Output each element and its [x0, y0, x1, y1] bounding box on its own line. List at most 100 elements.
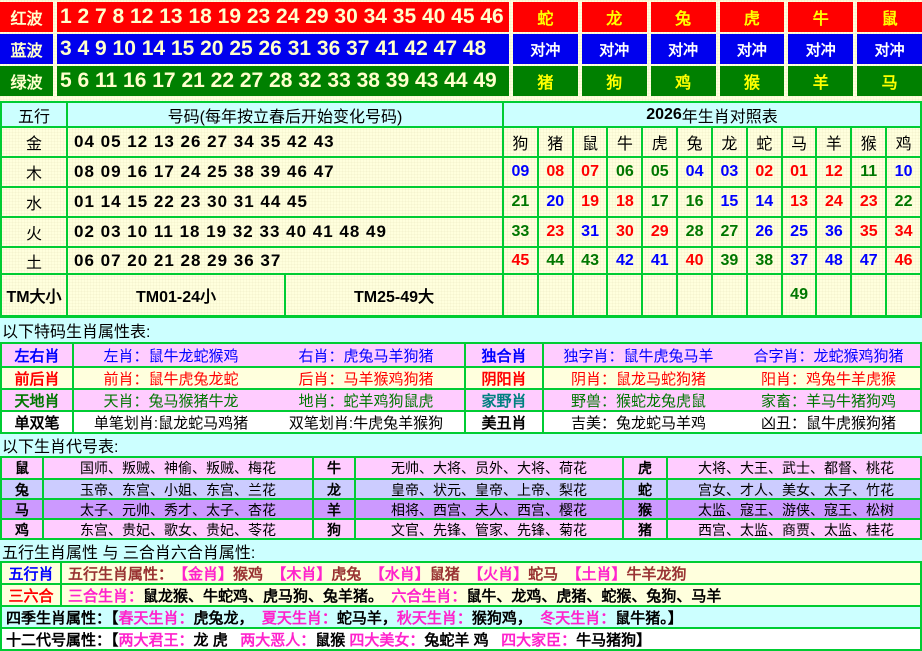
numbers-header: 号码(每年按立春后开始变化号码): [66, 103, 502, 126]
zodiac-number-cell: 03: [711, 158, 746, 186]
zodiac-number-cell: 42: [606, 248, 641, 273]
zodiac-number-cell: 28: [676, 218, 711, 246]
codename-label-rat: 鼠: [2, 458, 42, 478]
attr-single-stroke-zodiacs: 单笔划肖:鼠龙蛇马鸡猪: [72, 412, 268, 433]
zodiac-number-cell: 16: [676, 188, 711, 216]
attr-double-stroke-zodiacs: 双笔划肖:牛虎兔羊猴狗: [268, 412, 464, 433]
zodiac-number-cell: 20: [537, 188, 572, 216]
text-segment: 鼠猪: [430, 563, 468, 584]
twelve-codenames-text: 十二代号属性：【两大君王：龙 虎 两大恶人：鼠猴 四大美女：兔蛇羊 鸡 四大家臣…: [2, 629, 920, 649]
five-element-zodiac-label: 五行肖: [2, 563, 60, 583]
zodiac-number-cell: 47: [850, 248, 885, 273]
element-row-wood: 木 08 09 16 17 24 25 38 39 46 47 09080706…: [2, 156, 920, 186]
attr-wild-zodiacs: 野兽：猴蛇龙兔虎鼠: [542, 390, 733, 411]
zodiac-number-cell: [815, 275, 850, 315]
zodiac-number-cell: 49: [781, 275, 816, 315]
zodiac-number-cell: 牛: [606, 128, 641, 156]
zodiac-number-cell: 15: [711, 188, 746, 216]
codename-label-tiger: 虎: [622, 458, 666, 478]
text-segment: 虎兔龙，: [194, 607, 262, 628]
text-segment: 猴鸡: [233, 563, 271, 584]
attr-row-skyearth: 天地肖 天肖：兔马猴猪牛龙 地肖：蛇羊鸡狗鼠虎 家野肖 野兽：猴蛇龙兔虎鼠 家畜…: [2, 388, 920, 410]
five-elements-header-row: 五行 号码(每年按立春后开始变化号码) 2026年生肖对照表: [2, 103, 920, 126]
zodiac-number-cell: 27: [711, 218, 746, 246]
zodiac-number-cell: 05: [641, 158, 676, 186]
green-wave-zodiac-cells: 猪狗鸡猴羊马: [513, 66, 922, 96]
zodiac-number-cell: 04: [676, 158, 711, 186]
attr-label-skyearth: 天地肖: [2, 390, 72, 411]
zodiac-number-cell: 23: [850, 188, 885, 216]
zodiac-number-cell: 46: [885, 248, 920, 273]
text-segment: 五行生肖属性：: [68, 563, 173, 584]
wave-zodiac-cell: 狗: [582, 66, 647, 96]
codename-label-monkey: 猴: [622, 500, 666, 520]
text-segment: 四大美女：: [349, 629, 424, 650]
codename-label-pig: 猪: [622, 520, 666, 540]
attr-label-frontback: 前后肖: [2, 368, 72, 389]
attr-single-zodiacs: 独字肖：鼠牛虎兔马羊: [542, 344, 733, 366]
zodiac-number-cell: 蛇: [746, 128, 781, 156]
zodiac-number-cell: 17: [641, 188, 676, 216]
element-label-water: 水: [2, 188, 66, 216]
tm-size-row: TM大小 TM01-24小 TM25-49大 49: [2, 273, 920, 315]
element-row-fire: 火 02 03 10 11 18 19 32 33 40 41 48 49 33…: [2, 216, 920, 246]
text-segment: 龙 虎: [194, 629, 241, 650]
text-segment: 四大家臣：: [501, 629, 576, 650]
wave-zodiac-cell: 蛇: [513, 2, 578, 32]
element-numbers-wood: 08 09 16 17 24 25 38 39 46 47: [66, 158, 502, 186]
tm-size-label: TM大小: [2, 275, 66, 315]
text-segment: 十二代号属性：【: [6, 629, 119, 650]
red-wave-zodiac-cells: 蛇龙兔虎牛鼠: [513, 2, 922, 32]
zodiac-number-cell: 33: [502, 218, 537, 246]
zodiac-number-cell: 39: [711, 248, 746, 273]
zodiac-number-cell: 鼠: [572, 128, 607, 156]
attr-section-title: 以下特码生肖属性表:: [0, 318, 922, 342]
tm-zodiac-cells: 49: [502, 275, 920, 315]
attr-label-leftright: 左右肖: [2, 344, 72, 366]
wave-zodiac-cell: 对冲: [582, 34, 647, 64]
attr-right-zodiacs: 右肖：虎兔马羊狗猪: [268, 344, 464, 366]
codename-label-dragon: 龙: [312, 480, 354, 500]
attr-ugly-zodiacs: 凶丑：鼠牛虎猴狗猪: [733, 412, 922, 433]
green-wave-label: 绿波: [0, 66, 53, 96]
bottom-attribute-table: 五行肖 五行生肖属性：【金肖】猴鸡 【木肖】虎兔 【水肖】鼠猪 【火肖】蛇马 【…: [0, 561, 922, 651]
attr-back-zodiacs: 后肖：马羊猴鸡狗猪: [268, 368, 464, 389]
zodiac-number-cell: [537, 275, 572, 315]
text-segment: 猴狗鸡，: [472, 607, 540, 628]
zodiac-number-cell: 13: [781, 188, 816, 216]
zodiac-number-cell: 11: [850, 158, 885, 186]
blue-wave-label: 蓝波: [0, 34, 53, 64]
zodiac-number-cell: 猪: [537, 128, 572, 156]
blue-wave-row: 蓝波 3 4 9 10 14 15 20 25 26 31 36 37 41 4…: [0, 34, 922, 64]
wave-zodiac-cell: 羊: [788, 66, 853, 96]
codename-pig: 西宫、太监、商贾、太监、桂花: [666, 520, 922, 540]
zodiac-number-cell: 25: [781, 218, 816, 246]
zodiac-number-cell: 37: [781, 248, 816, 273]
text-segment: 秋天生肖：: [397, 607, 472, 628]
zodiac-number-cell: 14: [746, 188, 781, 216]
zodiac-number-cell: 12: [815, 158, 850, 186]
zodiac-number-cell: 18: [606, 188, 641, 216]
zodiac-number-cell: [502, 275, 537, 315]
zodiac-number-cell: 02: [746, 158, 781, 186]
codename-dragon: 皇帝、状元、皇帝、上帝、梨花: [354, 480, 622, 500]
wave-zodiac-cell: 对冲: [720, 34, 785, 64]
wave-zodiac-cell: 对冲: [651, 34, 716, 64]
zodiac-codename-table: 鼠 国师、叛贼、神偷、叛贼、梅花 牛 无帅、大将、员外、大将、荷花 虎 大将、大…: [0, 456, 922, 540]
codename-row-4: 鸡 东宫、贵妃、歌女、贵妃、苓花 狗 文官、先锋、管家、先锋、菊花 猪 西宫、太…: [2, 518, 920, 538]
zodiac-number-cell: [711, 275, 746, 315]
codename-tiger: 大将、大王、武士、都督、桃花: [666, 458, 922, 478]
element-numbers-gold: 04 05 12 13 26 27 34 35 42 43: [66, 128, 502, 156]
zodiac-number-cell: 狗: [502, 128, 537, 156]
zodiac-number-cell: 26: [746, 218, 781, 246]
codename-horse: 太子、元帅、秀才、太子、杏花: [42, 500, 312, 520]
zodiac-number-cell: 10: [885, 158, 920, 186]
zodiac-number-cell: 38: [746, 248, 781, 273]
tm-small-range: TM01-24小: [66, 275, 284, 315]
text-segment: 鼠猴: [315, 629, 349, 650]
zodiac-number-row-4: 454443424140393837484746: [502, 248, 920, 273]
text-segment: 虎兔: [331, 563, 369, 584]
attr-earth-zodiacs: 地肖：蛇羊鸡狗鼠虎: [268, 390, 464, 411]
codename-label-ox: 牛: [312, 458, 354, 478]
attr-yang-zodiacs: 阳肖：鸡兔牛羊虎猴: [733, 368, 922, 389]
